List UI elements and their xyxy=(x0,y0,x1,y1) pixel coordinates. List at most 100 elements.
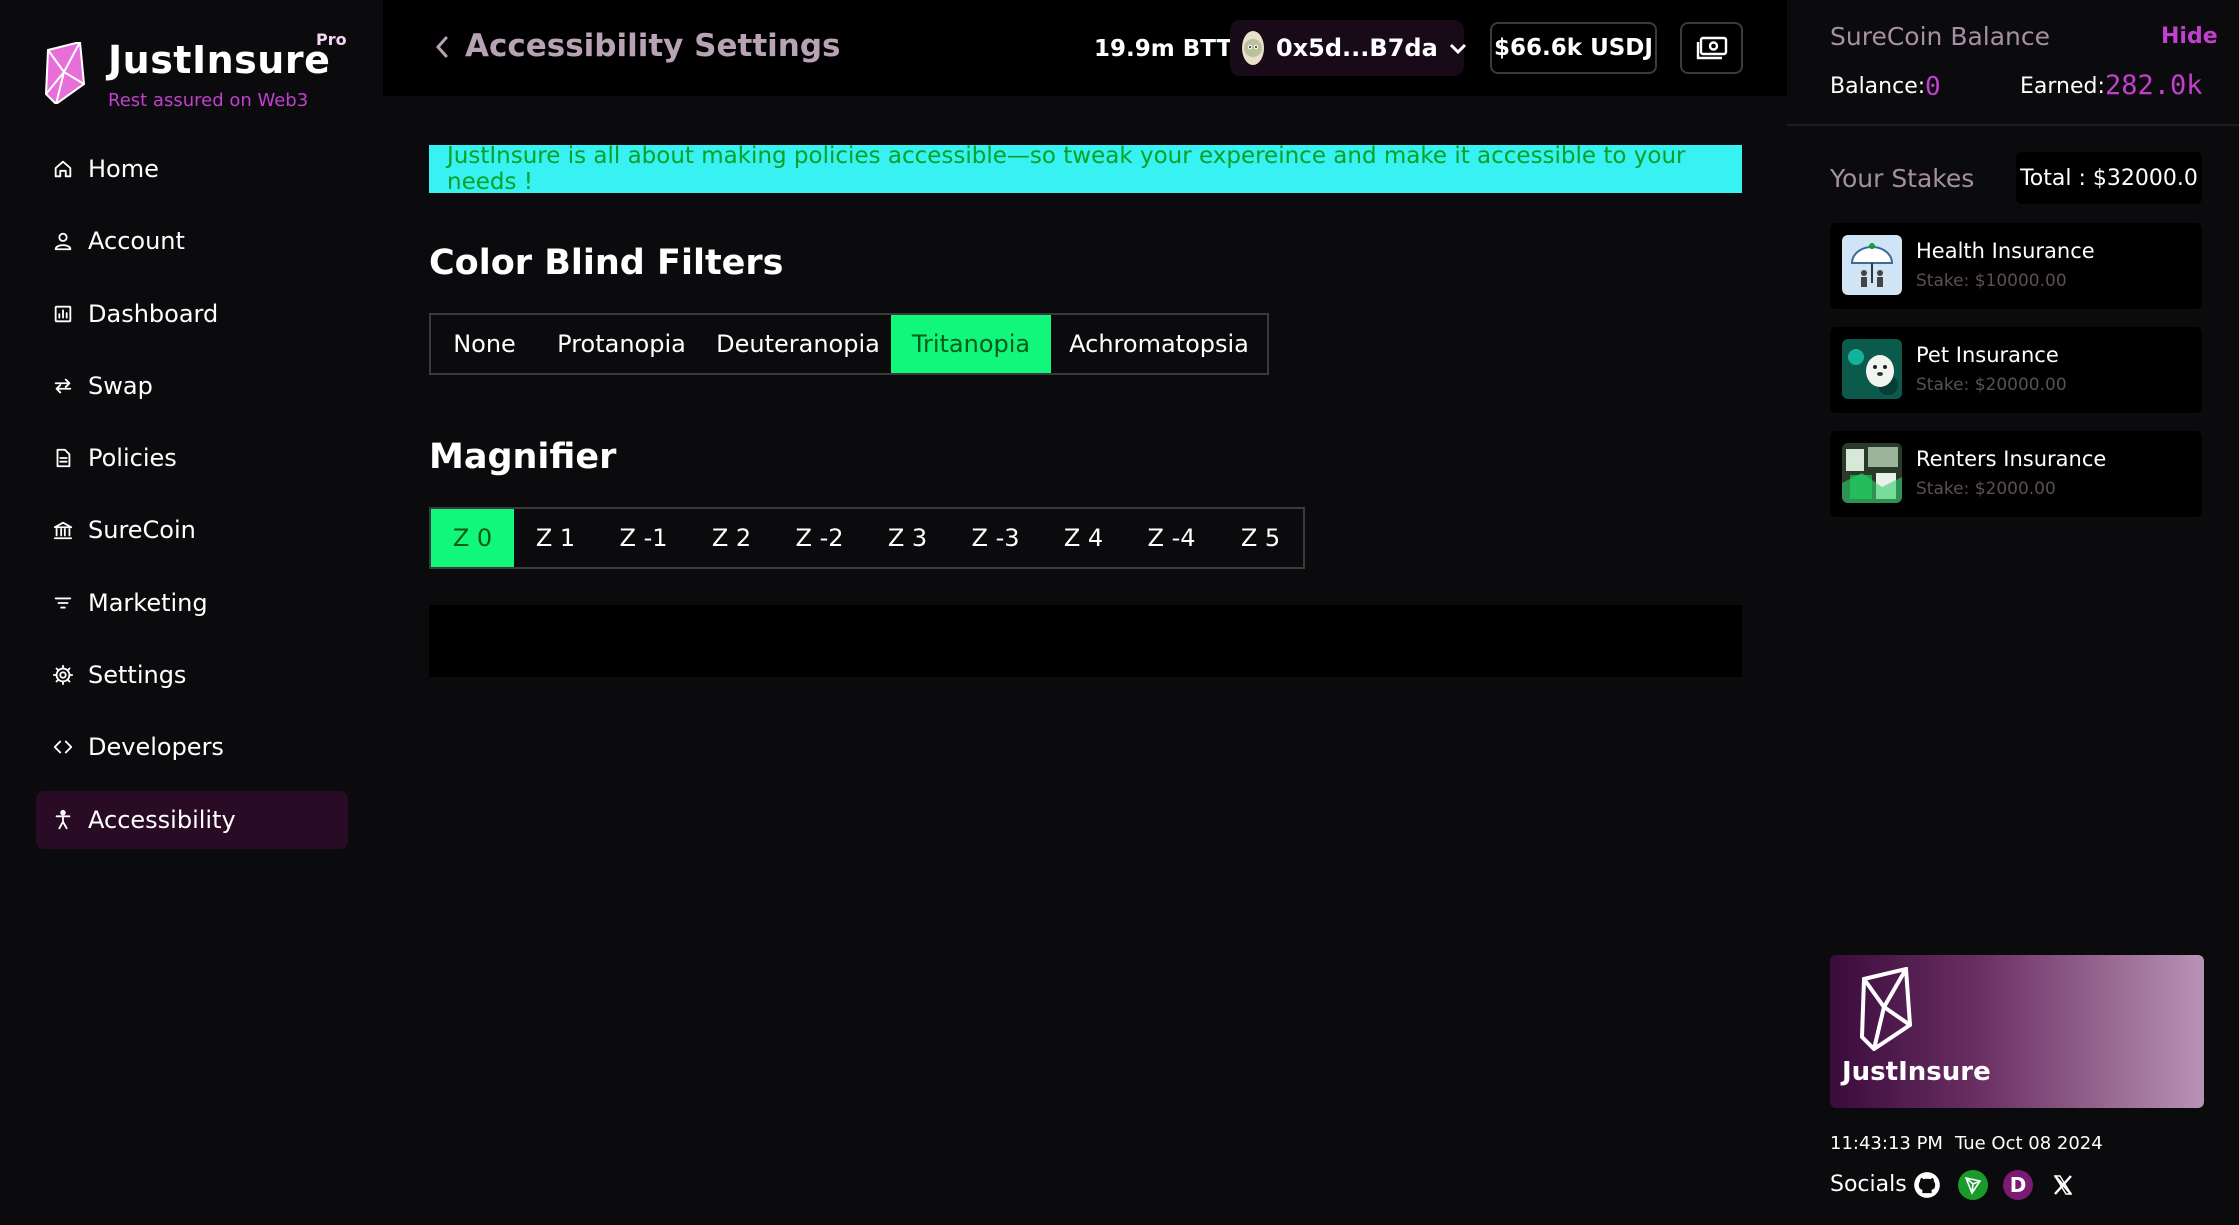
brand-tagline: Rest assured on Web3 xyxy=(108,90,309,111)
current-time: 11:43:13 PM xyxy=(1830,1133,1943,1154)
sidebar-item-label: Settings xyxy=(88,661,187,690)
stake-card-renters[interactable]: Renters Insurance Stake: $2000.00 xyxy=(1830,431,2202,517)
sidebar-item-policies[interactable]: Policies xyxy=(36,429,348,487)
sidebar-item-accessibility[interactable]: Accessibility xyxy=(36,790,348,849)
earned-value: 282.0k xyxy=(2105,70,2203,101)
sidebar-item-label: Home xyxy=(88,155,159,183)
page-title: Accessibility Settings xyxy=(465,28,841,64)
surecoin-balance-title: SureCoin Balance xyxy=(1830,22,2051,51)
earned-label: Earned: xyxy=(2020,74,2105,99)
stake-name: Health Insurance xyxy=(1916,239,2095,263)
filter-option-deuteranopia[interactable]: Deuteranopia xyxy=(705,315,891,373)
sidebar-item-label: Policies xyxy=(88,444,177,473)
filter-option-none[interactable]: None xyxy=(431,315,538,373)
zoom-option-z-minus3[interactable]: Z -3 xyxy=(949,509,1042,567)
color-blind-filter-group: None Protanopia Deuteranopia Tritanopia … xyxy=(429,313,1269,375)
filter-option-protanopia[interactable]: Protanopia xyxy=(538,315,705,373)
zoom-option-z1[interactable]: Z 1 xyxy=(514,509,597,567)
zoom-option-z3[interactable]: Z 3 xyxy=(866,509,949,567)
banner-text: JustInsure is all about making policies … xyxy=(447,143,1686,195)
socials-label: Socials xyxy=(1830,1172,1907,1197)
cash-icon xyxy=(1696,36,1727,60)
stake-card-health[interactable]: Health Insurance Stake: $10000.00 xyxy=(1830,223,2202,309)
justinsure-logo-icon xyxy=(44,42,86,104)
zoom-option-z4[interactable]: Z 4 xyxy=(1042,509,1125,567)
sidebar-nav: Home Account Dashboard Swap Policies Sur… xyxy=(36,140,348,863)
sidebar-item-label: SureCoin xyxy=(88,516,196,545)
zoom-option-z5[interactable]: Z 5 xyxy=(1218,509,1303,567)
accessibility-icon xyxy=(50,807,76,833)
chevron-left-icon xyxy=(435,36,448,58)
sidebar-item-settings[interactable]: Settings xyxy=(36,646,348,704)
sidebar-item-label: Marketing xyxy=(88,588,208,617)
filter-icon xyxy=(50,590,76,616)
main-content: Accessibility Settings 19.9m BTT 0x5d...… xyxy=(383,0,1787,1225)
stake-amount: Stake: $10000.00 xyxy=(1916,271,2067,291)
sidebar-item-account[interactable]: Account xyxy=(36,212,348,270)
health-insurance-image xyxy=(1842,235,1902,295)
stake-amount: Stake: $2000.00 xyxy=(1916,479,2056,499)
brand-logo[interactable]: JustInsure Pro Rest assured on Web3 xyxy=(44,30,364,116)
zoom-option-z-minus2[interactable]: Z -2 xyxy=(773,509,866,567)
brand-name: JustInsure xyxy=(108,38,331,82)
btt-balance: 19.9m BTT xyxy=(1094,36,1233,62)
stake-amount: Stake: $20000.00 xyxy=(1916,375,2067,395)
zoom-option-z-minus1[interactable]: Z -1 xyxy=(597,509,690,567)
zoom-option-z0[interactable]: Z 0 xyxy=(431,509,514,567)
filter-option-achromatopsia[interactable]: Achromatopsia xyxy=(1051,315,1267,373)
gear-icon xyxy=(50,662,76,688)
home-icon xyxy=(50,156,76,182)
pro-badge: Pro xyxy=(316,30,347,49)
sidebar-item-label: Dashboard xyxy=(88,299,219,328)
info-banner: JustInsure is all about making policies … xyxy=(429,143,1742,195)
wallet-address: 0x5d...B7da xyxy=(1276,34,1438,62)
filter-option-tritanopia[interactable]: Tritanopia xyxy=(891,315,1051,373)
stake-name: Pet Insurance xyxy=(1916,343,2059,367)
sidebar-item-label: Account xyxy=(88,227,185,256)
current-date: Tue Oct 08 2024 xyxy=(1954,1133,2103,1154)
usdj-balance-button[interactable]: $66.6k USDJ xyxy=(1490,22,1657,74)
hide-balance-button[interactable]: Hide xyxy=(2161,24,2218,49)
magnifier-preview xyxy=(429,605,1742,677)
justinsure-logo-icon xyxy=(1859,967,1913,1051)
sidebar-item-label: Swap xyxy=(88,371,153,400)
tron-icon[interactable] xyxy=(1958,1170,1988,1200)
user-icon xyxy=(50,228,76,254)
top-bar: Accessibility Settings 19.9m BTT 0x5d...… xyxy=(383,0,1787,96)
avatar xyxy=(1242,31,1264,65)
renters-insurance-image xyxy=(1842,443,1902,503)
stakes-total: Total : $32000.0 xyxy=(2016,152,2202,204)
sidebar-item-surecoin[interactable]: SureCoin xyxy=(36,501,348,559)
sidebar-item-developers[interactable]: Developers xyxy=(36,718,348,776)
sidebar-item-label: Developers xyxy=(88,733,224,762)
bank-icon xyxy=(50,517,76,543)
stake-card-pet[interactable]: Pet Insurance Stake: $20000.00 xyxy=(1830,327,2202,413)
swap-icon xyxy=(50,373,76,399)
dashboard-icon xyxy=(50,301,76,327)
stake-name: Renters Insurance xyxy=(1916,447,2107,471)
sidebar-item-swap[interactable]: Swap xyxy=(36,357,348,415)
back-button[interactable] xyxy=(431,32,455,62)
balance-label: Balance: xyxy=(1830,74,1926,99)
zoom-option-z2[interactable]: Z 2 xyxy=(690,509,773,567)
divider xyxy=(1787,124,2239,126)
right-panel: SureCoin Balance Hide Balance: 0 Earned:… xyxy=(1787,0,2239,1225)
code-icon xyxy=(50,734,76,760)
document-icon xyxy=(50,445,76,471)
github-icon[interactable] xyxy=(1912,1170,1942,1200)
sidebar-item-marketing[interactable]: Marketing xyxy=(36,574,348,632)
datetime: 11:43:13 PM Tue Oct 08 2024 xyxy=(1830,1133,2103,1154)
sidebar: JustInsure Pro Rest assured on Web3 Home… xyxy=(0,0,383,1225)
balance-value: 0 xyxy=(1925,72,1941,102)
color-blind-title: Color Blind Filters xyxy=(429,243,784,283)
x-icon[interactable] xyxy=(2048,1170,2078,1200)
stakes-title: Your Stakes xyxy=(1830,164,1975,193)
chevron-down-icon xyxy=(1448,41,1468,55)
sidebar-item-dashboard[interactable]: Dashboard xyxy=(36,285,348,343)
justinsure-promo-card[interactable]: JustInsure xyxy=(1830,955,2204,1108)
d-icon[interactable]: D xyxy=(2003,1170,2033,1200)
sidebar-item-home[interactable]: Home xyxy=(36,140,348,198)
zoom-option-z-minus4[interactable]: Z -4 xyxy=(1125,509,1218,567)
wallet-dropdown[interactable]: 0x5d...B7da xyxy=(1230,20,1466,76)
cash-button[interactable] xyxy=(1680,22,1743,74)
